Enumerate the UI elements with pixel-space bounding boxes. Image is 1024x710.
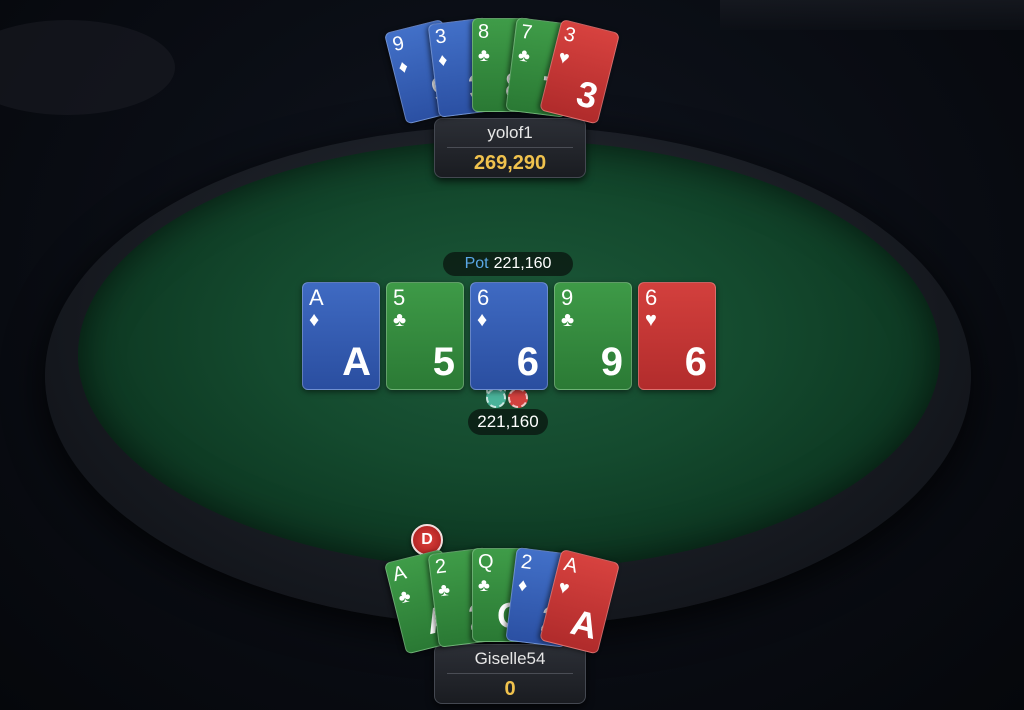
bottom-player-name: Giselle54 [474, 649, 546, 668]
card-rank-large: A [566, 600, 602, 647]
bottom-player-stack: 0 [504, 678, 516, 700]
card-rank-corner: 3 [561, 23, 578, 48]
card-rank-corner: A [561, 553, 580, 578]
pot-amount: 221,160 [493, 255, 552, 272]
card-rank-corner: Q [478, 551, 494, 573]
bet-amount: 221,160 [468, 409, 548, 435]
card-rank-corner: 2 [433, 555, 448, 579]
bottom-player-nameplate[interactable]: Giselle54 0 [434, 644, 586, 704]
card-suit-icon: ♥ [556, 576, 572, 599]
card-suit-icon: ♦ [396, 55, 410, 78]
board-card: 9 ♣ 9 [554, 282, 632, 390]
card-rank-corner: 9 [561, 285, 574, 310]
card-rank-corner: 7 [519, 21, 534, 45]
nameplate-divider [447, 147, 573, 148]
background-bar [720, 0, 1024, 30]
card-suit-icon: ♣ [478, 575, 490, 595]
background-table [0, 20, 175, 115]
top-player-name: yolof1 [487, 123, 533, 142]
pot-display: Pot 221,160 [443, 252, 573, 276]
card-rank-corner: 8 [478, 21, 490, 43]
card-rank-large: 6 [684, 340, 707, 384]
pot-label: Pot [464, 255, 489, 272]
card-rank-large: 6 [516, 340, 539, 384]
card-suit-icon: ♣ [561, 309, 575, 331]
card-rank-large: 9 [600, 340, 623, 384]
card-suit-icon: ♦ [477, 309, 488, 331]
card-rank-corner: 5 [393, 285, 406, 310]
top-player-stack: 269,290 [473, 152, 547, 174]
card-suit-icon: ♣ [478, 45, 490, 65]
card-rank-corner: 9 [390, 31, 407, 57]
card-suit-icon: ♦ [436, 49, 449, 71]
card-suit-icon: ♦ [517, 575, 529, 597]
card-rank-large: A [342, 340, 371, 384]
card-rank-large: 3 [572, 72, 602, 117]
board-card: 6 ♦ 6 [470, 282, 548, 390]
chip-red [508, 388, 528, 408]
top-player-hand: 9♦93♦38♣87♣73♥3 [383, 17, 621, 128]
bottom-player-hand: A♣A2♣2Q♣Q2♦2A♥A [383, 547, 621, 658]
card-rank-corner: 3 [433, 25, 448, 49]
card-rank-corner: 2 [519, 551, 534, 575]
top-player-nameplate[interactable]: yolof1 269,290 [434, 118, 586, 178]
board-card: A ♦ A [302, 282, 380, 390]
card-rank-large: 5 [432, 340, 455, 384]
card-suit-icon: ♣ [436, 579, 452, 601]
card-suit-icon: ♣ [517, 45, 532, 67]
card-suit-icon: ♥ [556, 46, 572, 69]
card-rank-corner: A [390, 561, 409, 587]
card-rank-corner: A [309, 285, 324, 310]
card-suit-icon: ♣ [396, 585, 413, 608]
card-rank-corner: 6 [477, 285, 490, 310]
card-suit-icon: ♣ [393, 309, 407, 331]
board-card: 6 ♥ 6 [638, 282, 716, 390]
chip-stack-teal [486, 388, 506, 408]
nameplate-divider [447, 673, 573, 674]
card-suit-icon: ♦ [309, 309, 320, 331]
board-card: 5 ♣ 5 [386, 282, 464, 390]
card-suit-icon: ♥ [645, 309, 657, 331]
card-rank-corner: 6 [645, 285, 658, 310]
